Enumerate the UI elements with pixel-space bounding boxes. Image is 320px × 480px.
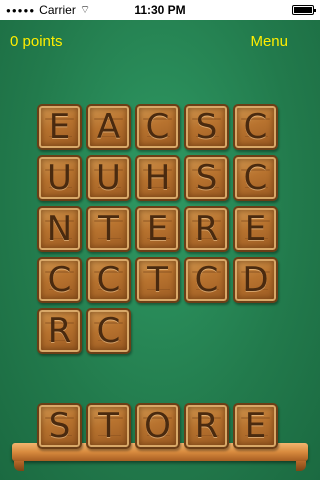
tile-letter: R bbox=[47, 311, 72, 351]
tile-letter: H bbox=[144, 158, 171, 198]
empty-slot bbox=[233, 308, 278, 354]
tile-letter: C bbox=[145, 107, 170, 147]
letter-tile[interactable]: C bbox=[86, 257, 131, 303]
tile-letter: E bbox=[244, 209, 267, 249]
battery-icon bbox=[292, 5, 316, 15]
letter-tile[interactable]: E bbox=[37, 104, 82, 150]
letter-tile[interactable]: R bbox=[37, 308, 82, 354]
word-shelf: STORE bbox=[37, 403, 278, 449]
letter-tile[interactable]: T bbox=[135, 257, 180, 303]
tile-letter: O bbox=[144, 406, 171, 446]
letter-tile[interactable]: S bbox=[184, 104, 229, 150]
empty-slot bbox=[135, 308, 180, 354]
menu-button[interactable]: Menu bbox=[250, 33, 288, 50]
tile-letter: E bbox=[48, 107, 71, 147]
shelf-letter-tile[interactable]: R bbox=[184, 403, 229, 449]
shelf-bracket-left bbox=[14, 461, 24, 471]
tile-letter: E bbox=[146, 209, 169, 249]
tile-letter: A bbox=[96, 107, 121, 147]
tile-letter: T bbox=[147, 260, 168, 300]
tile-letter: U bbox=[96, 158, 121, 198]
shelf-letter-tile[interactable]: S bbox=[37, 403, 82, 449]
tile-letter: C bbox=[47, 260, 72, 300]
tile-letter: T bbox=[98, 209, 119, 249]
tile-letter: S bbox=[195, 107, 218, 147]
letter-tile[interactable]: C bbox=[233, 104, 278, 150]
letter-tile[interactable]: R bbox=[184, 206, 229, 252]
letter-board: EACSCUUHSCNTERECCTCDRC bbox=[37, 104, 278, 354]
letter-tile[interactable]: D bbox=[233, 257, 278, 303]
tile-letter: E bbox=[244, 406, 267, 446]
letter-tile[interactable]: U bbox=[37, 155, 82, 201]
tile-letter: C bbox=[96, 260, 121, 300]
letter-tile[interactable]: U bbox=[86, 155, 131, 201]
status-time: 11:30 PM bbox=[134, 3, 186, 17]
tile-letter: C bbox=[243, 158, 268, 198]
shelf-letter-tile[interactable]: E bbox=[233, 403, 278, 449]
letter-tile[interactable]: A bbox=[86, 104, 131, 150]
status-bar: ●●●●● Carrier ⌔ 11:30 PM bbox=[0, 0, 320, 20]
points-label: 0 points bbox=[10, 33, 63, 50]
tile-letter: C bbox=[96, 311, 121, 351]
empty-slot bbox=[184, 308, 229, 354]
tile-letter: T bbox=[98, 406, 119, 446]
letter-tile[interactable]: C bbox=[233, 155, 278, 201]
shelf-letter-tile[interactable]: O bbox=[135, 403, 180, 449]
letter-tile[interactable]: C bbox=[86, 308, 131, 354]
tile-letter: S bbox=[48, 406, 71, 446]
tile-letter: U bbox=[47, 158, 72, 198]
tile-letter: R bbox=[194, 406, 219, 446]
shelf-bracket-right bbox=[296, 461, 306, 471]
letter-tile[interactable]: S bbox=[184, 155, 229, 201]
tile-letter: R bbox=[194, 209, 219, 249]
letter-tile[interactable]: H bbox=[135, 155, 180, 201]
tile-letter: D bbox=[242, 260, 269, 300]
tile-letter: S bbox=[195, 158, 218, 198]
letter-tile[interactable]: E bbox=[135, 206, 180, 252]
tile-letter: C bbox=[243, 107, 268, 147]
tile-letter: N bbox=[46, 209, 73, 249]
letter-tile[interactable]: C bbox=[135, 104, 180, 150]
letter-tile[interactable]: E bbox=[233, 206, 278, 252]
tile-letter: C bbox=[194, 260, 219, 300]
letter-tile[interactable]: C bbox=[37, 257, 82, 303]
letter-tile[interactable]: N bbox=[37, 206, 82, 252]
letter-tile[interactable]: T bbox=[86, 206, 131, 252]
letter-tile[interactable]: C bbox=[184, 257, 229, 303]
shelf-letter-tile[interactable]: T bbox=[86, 403, 131, 449]
